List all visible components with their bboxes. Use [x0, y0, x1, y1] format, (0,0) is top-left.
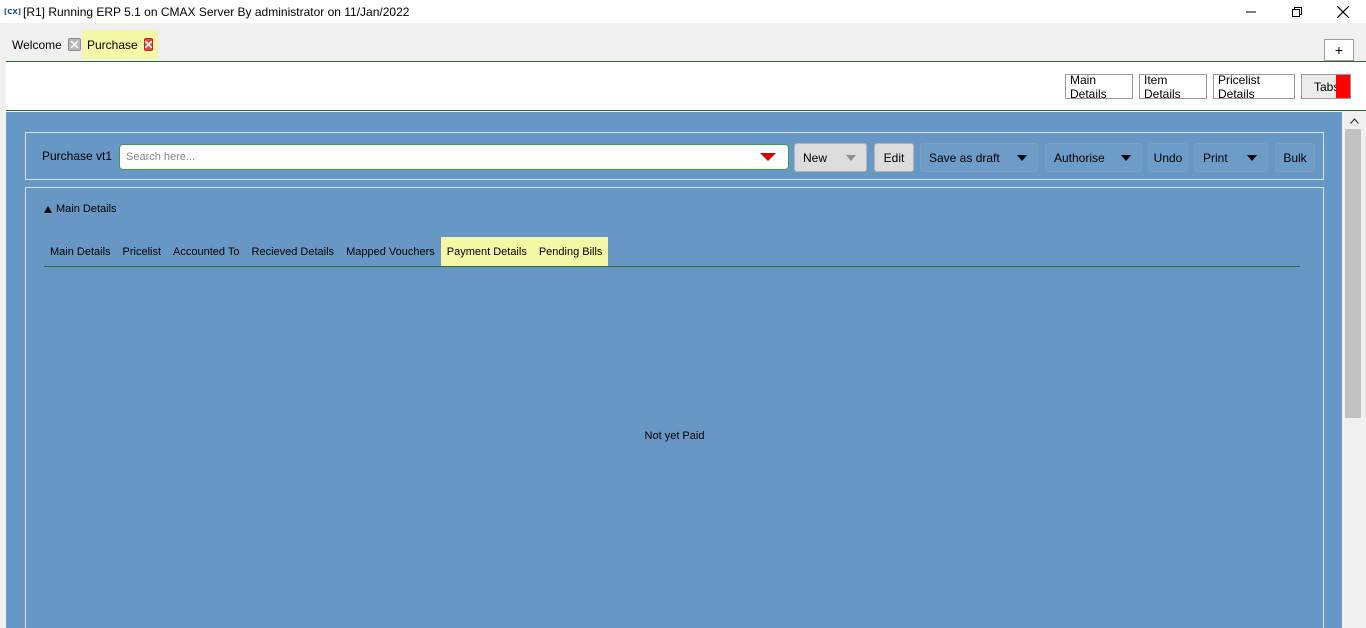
subtab-recieved-details[interactable]: Recieved Details	[246, 237, 341, 266]
search-box[interactable]	[119, 144, 789, 170]
section-title: Main Details	[56, 203, 117, 215]
main-area: Purchase vt1 New Edit Save as draft Auth…	[6, 112, 1342, 628]
window-title: [R1] Running ERP 5.1 on CMAX Server By a…	[23, 4, 410, 19]
subtab-payment-details[interactable]: Payment Details	[440, 237, 533, 266]
tab-strip: Welcome Purchase +	[0, 23, 1366, 61]
chevron-down-icon[interactable]	[1111, 144, 1141, 171]
tab-welcome[interactable]: Welcome	[6, 30, 87, 59]
search-input[interactable]	[124, 147, 744, 167]
title-bar: [CX] [R1] Running ERP 5.1 on CMAX Server…	[0, 0, 1366, 23]
red-marker	[1336, 75, 1350, 98]
tab-close-icon[interactable]	[67, 38, 81, 51]
chevron-down-icon[interactable]	[1237, 144, 1267, 171]
print-button[interactable]: Print	[1194, 143, 1268, 172]
undo-button[interactable]: Undo	[1148, 143, 1188, 172]
tab-label: Purchase	[87, 37, 138, 52]
new-button-label: New	[803, 150, 828, 165]
restore-icon[interactable]	[1274, 0, 1320, 23]
tabs-button[interactable]: Tabs	[1301, 74, 1351, 99]
new-button[interactable]: New	[794, 143, 867, 172]
authorise-button[interactable]: Authorise	[1045, 143, 1142, 172]
subtab-pricelist[interactable]: Pricelist	[117, 237, 168, 266]
subtab-mapped-vouchers[interactable]: Mapped Vouchers	[340, 237, 441, 266]
tab-label: Welcome	[12, 37, 62, 52]
chevron-down-icon[interactable]	[1007, 144, 1037, 171]
tab-purchase[interactable]: Purchase	[82, 30, 158, 59]
subtab-accounted-to[interactable]: Accounted To	[167, 237, 245, 266]
chevron-down-icon[interactable]	[836, 144, 866, 171]
scroll-up-icon[interactable]	[1342, 112, 1366, 129]
app-icon: [CX]	[4, 7, 21, 16]
print-label: Print	[1203, 150, 1228, 165]
edit-button[interactable]: Edit	[874, 143, 914, 172]
item-details-button[interactable]: Item Details	[1139, 73, 1207, 101]
subtab-divider	[44, 266, 1300, 267]
vertical-scrollbar[interactable]	[1342, 112, 1366, 628]
voucher-type-label: Purchase vt1	[42, 149, 113, 163]
subtab-bar: Main Details Pricelist Accounted To Reci…	[44, 237, 609, 266]
main-details-button[interactable]: Main Details	[1065, 73, 1133, 101]
window-controls	[1228, 0, 1366, 23]
bulk-button[interactable]: Bulk	[1275, 143, 1315, 172]
header-panel: Main Details Item Details Pricelist Deta…	[6, 61, 1366, 111]
pricelist-details-button[interactable]: Pricelist Details	[1213, 73, 1295, 101]
empty-state-message: Not yet Paid	[644, 430, 705, 442]
voucher-toolbar: Purchase vt1 New Edit Save as draft Auth…	[25, 132, 1324, 180]
subtab-main-details[interactable]: Main Details	[44, 237, 117, 266]
search-dropdown-icon[interactable]	[760, 153, 776, 161]
collapse-triangle-icon	[44, 205, 52, 213]
subtab-pending-bills[interactable]: Pending Bills	[532, 237, 609, 266]
details-panel: Main Details Main Details Pricelist Acco…	[25, 187, 1324, 628]
save-as-draft-button[interactable]: Save as draft	[920, 143, 1038, 172]
close-icon[interactable]	[1320, 0, 1366, 23]
authorise-label: Authorise	[1054, 150, 1105, 165]
minimize-icon[interactable]	[1228, 0, 1274, 23]
tab-close-icon[interactable]	[143, 38, 153, 51]
add-tab-button[interactable]: +	[1324, 39, 1354, 61]
main-details-toggle[interactable]: Main Details	[44, 203, 117, 215]
scroll-thumb[interactable]	[1345, 129, 1361, 418]
save-as-draft-label: Save as draft	[929, 150, 1000, 165]
